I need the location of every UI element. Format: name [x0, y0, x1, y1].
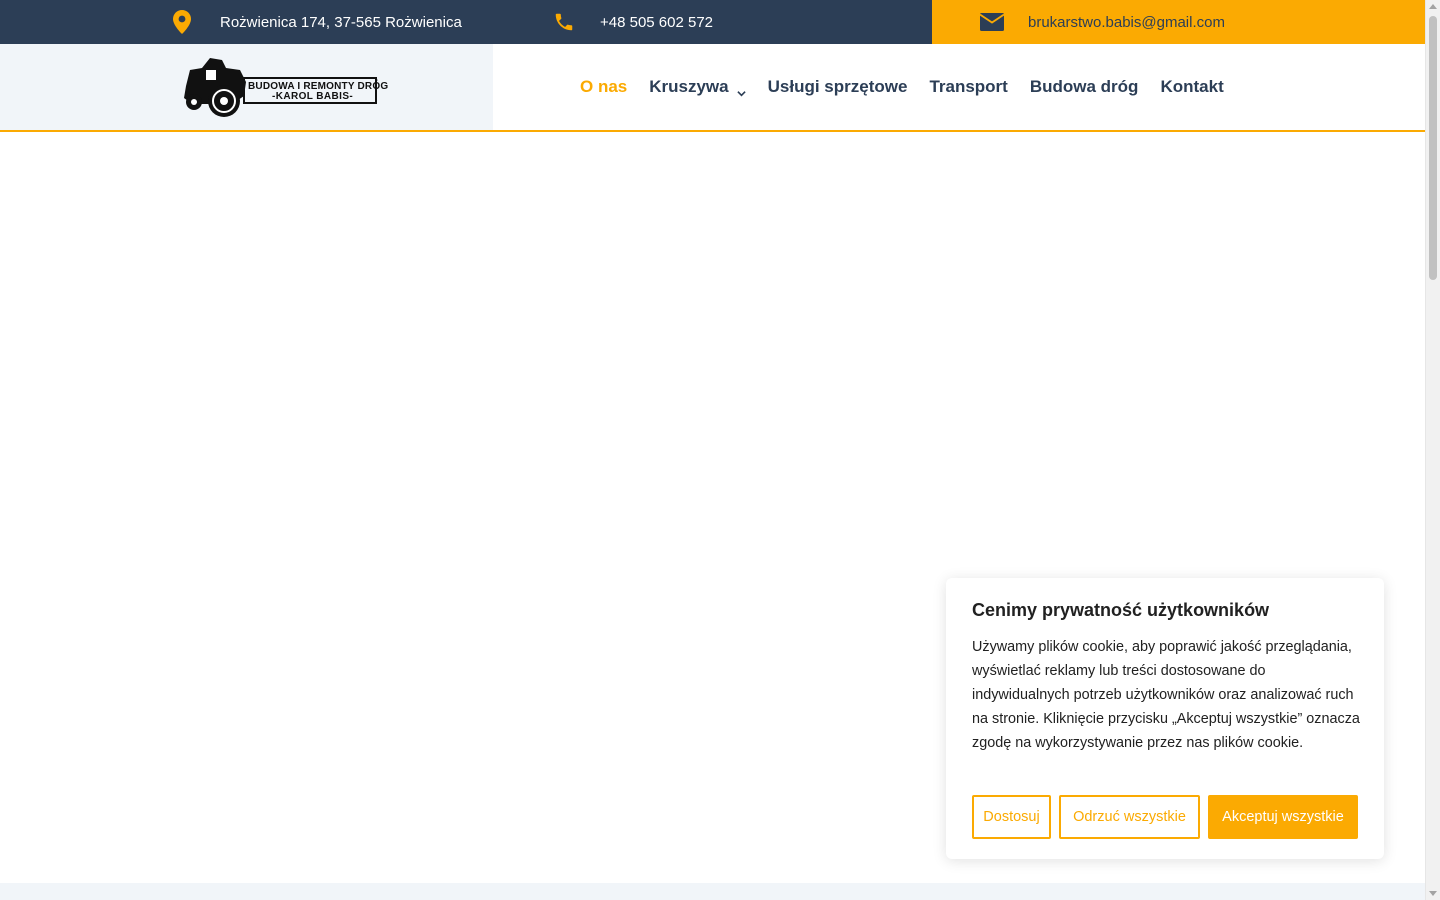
address-info: Rożwienica 174, 37-565 Rożwienica [170, 0, 462, 44]
reject-all-button[interactable]: Odrzuć wszystkie [1059, 795, 1200, 839]
nav-item-o-nas[interactable]: O nas [580, 77, 627, 97]
logo-panel: BUDOWA I REMONTY DRÓG -KAROL BABIS- [0, 44, 493, 130]
cookie-actions: Dostosuj Odrzuć wszystkie Akceptuj wszys… [972, 795, 1358, 839]
nav-item-budowa-drog[interactable]: Budowa dróg [1030, 77, 1139, 97]
nav-item-kruszywa[interactable]: Kruszywa [649, 77, 746, 97]
email-text[interactable]: brukarstwo.babis@gmail.com [1028, 14, 1225, 31]
customize-button[interactable]: Dostosuj [972, 795, 1051, 839]
scroll-down-arrow-icon[interactable] [1429, 891, 1437, 896]
email-info[interactable]: brukarstwo.babis@gmail.com [980, 0, 1225, 44]
scroll-thumb[interactable] [1429, 16, 1437, 280]
top-bar: Rożwienica 174, 37-565 Rożwienica +48 50… [0, 0, 1425, 44]
phone-icon [552, 10, 576, 34]
scroll-up-arrow-icon[interactable] [1429, 4, 1437, 9]
cookie-description: Używamy plików cookie, aby poprawić jako… [972, 639, 1360, 751]
page: Rożwienica 174, 37-565 Rożwienica +48 50… [0, 0, 1425, 900]
site-logo[interactable]: BUDOWA I REMONTY DRÓG -KAROL BABIS- [182, 56, 388, 118]
logo-line-2: -KAROL BABIS- [272, 91, 354, 102]
cookie-title: Cenimy prywatność użytkowników [972, 600, 1270, 620]
envelope-icon [980, 10, 1004, 34]
phone-info[interactable]: +48 505 602 572 [552, 0, 713, 44]
footer-strip [0, 883, 1425, 900]
nav-item-kontakt[interactable]: Kontakt [1160, 77, 1223, 97]
nav-item-uslugi-sprzetowe[interactable]: Usługi sprzętowe [768, 77, 908, 97]
accept-all-button[interactable]: Akceptuj wszystkie [1208, 795, 1358, 839]
chevron-down-icon [736, 83, 746, 96]
nav-item-transport[interactable]: Transport [929, 77, 1007, 97]
phone-text[interactable]: +48 505 602 572 [600, 14, 713, 31]
page-scrollbar[interactable] [1425, 0, 1440, 900]
map-pin-icon [170, 10, 194, 34]
address-text: Rożwienica 174, 37-565 Rożwienica [220, 13, 462, 31]
main-nav: O nas Kruszywa Usługi sprzętowe Transpor… [580, 44, 1246, 130]
cookie-consent-banner: Cenimy prywatność użytkowników Używamy p… [946, 578, 1384, 859]
site-header: BUDOWA I REMONTY DRÓG -KAROL BABIS- O na… [0, 44, 1425, 132]
